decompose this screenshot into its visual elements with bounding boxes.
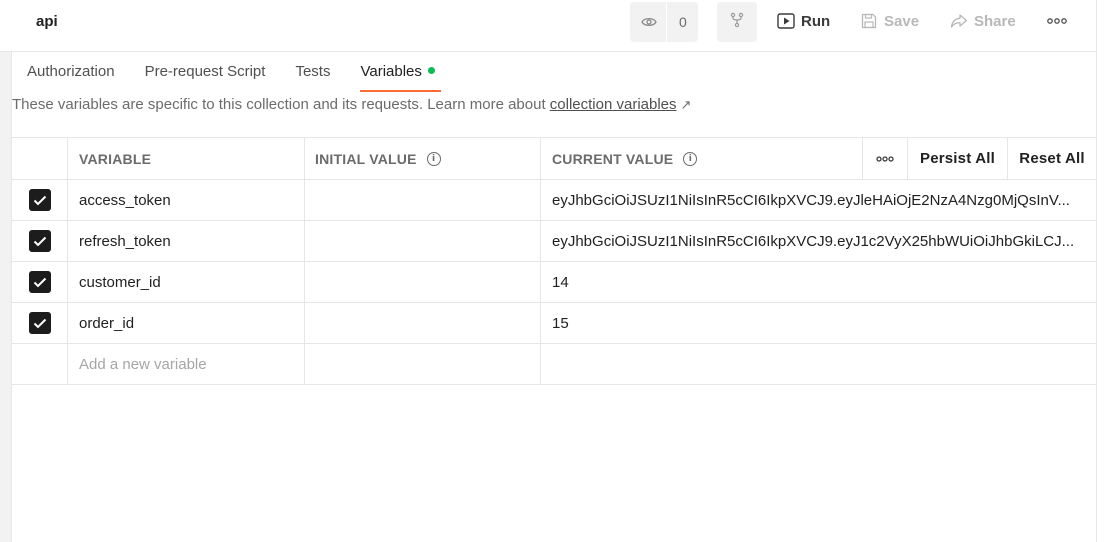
table-row: order_id 15 (12, 303, 1096, 344)
initial-value-cell[interactable] (305, 180, 541, 220)
watch-button[interactable]: 0 (630, 2, 698, 42)
play-icon (777, 12, 795, 30)
share-label: Share (974, 12, 1016, 30)
header-check-cell (12, 138, 68, 179)
left-strip (0, 0, 12, 542)
watch-count: 0 (679, 14, 687, 30)
current-value: 14 (552, 273, 569, 291)
save-button[interactable]: Save (860, 10, 919, 32)
run-label: Run (801, 12, 831, 30)
tab-label: Variables (360, 63, 422, 80)
row-checkbox[interactable] (28, 230, 51, 252)
external-link-icon: ↗ (680, 97, 692, 112)
variables-table: VARIABLE INITIAL VALUE i CURRENT VALUE i P… (12, 137, 1096, 385)
tab-authorization[interactable]: Authorization (27, 56, 115, 92)
eye-icon (640, 13, 658, 31)
watch-separator (666, 2, 667, 42)
column-label: CURRENT VALUE (552, 150, 674, 167)
more-options-icon[interactable] (1046, 14, 1068, 28)
initial-value-cell[interactable] (305, 221, 541, 261)
persist-all-button[interactable]: Persist All (908, 138, 1008, 179)
run-button[interactable]: Run (777, 10, 830, 32)
table-row: customer_id 14 (12, 262, 1096, 303)
status-dot (427, 67, 435, 74)
new-variable-placeholder: Add a new variable (79, 355, 207, 373)
current-value: 15 (552, 314, 569, 332)
table-header: VARIABLE INITIAL VALUE i CURRENT VALUE i P… (12, 137, 1096, 180)
tab-tests[interactable]: Tests (295, 56, 330, 92)
row-checkbox-cell (12, 221, 68, 261)
table-row: access_token eyJhbGciOiJSUzI1NiIsInR5cCI… (12, 180, 1096, 221)
variable-name: access_token (79, 191, 171, 209)
variable-name-cell[interactable]: refresh_token (68, 221, 305, 261)
collection-title[interactable]: api (36, 13, 58, 30)
current-value-cell[interactable] (541, 344, 1096, 384)
table-more-options-icon[interactable] (863, 138, 908, 179)
share-icon (950, 12, 968, 30)
fork-button[interactable] (717, 2, 757, 42)
initial-value-cell[interactable] (305, 262, 541, 302)
current-value-cell[interactable]: eyJhbGciOiJSUzI1NiIsInR5cCI6IkpXVCJ9.eyJ… (541, 180, 1096, 220)
variable-name-cell[interactable]: access_token (68, 180, 305, 220)
initial-value-column-header: INITIAL VALUE i (305, 138, 541, 179)
right-edge (1096, 0, 1108, 542)
row-checkbox[interactable] (28, 189, 51, 211)
row-checkbox-cell (12, 344, 68, 384)
variable-name: customer_id (79, 273, 161, 291)
table-row: refresh_token eyJhbGciOiJSUzI1NiIsInR5cC… (12, 221, 1096, 262)
tab-variables[interactable]: Variables (360, 56, 441, 92)
initial-value-cell[interactable] (305, 344, 541, 384)
save-label: Save (884, 12, 920, 30)
share-button[interactable]: Share (950, 10, 1016, 32)
variable-name-cell[interactable]: customer_id (68, 262, 305, 302)
fork-icon (730, 12, 744, 33)
current-value-cell[interactable]: eyJhbGciOiJSUzI1NiIsInR5cCI6IkpXVCJ9.eyJ… (541, 221, 1096, 261)
row-checkbox-cell (12, 303, 68, 343)
collection-header: api 0 Run Save Share (0, 0, 1096, 52)
reset-all-button[interactable]: Reset All (1008, 138, 1096, 179)
save-icon (860, 12, 878, 30)
description-text: These variables are specific to this col… (12, 96, 550, 113)
variables-description: These variables are specific to this col… (12, 96, 691, 113)
variable-name-cell[interactable]: order_id (68, 303, 305, 343)
current-value-column-header: CURRENT VALUE i (541, 138, 863, 179)
variable-column-header: VARIABLE (68, 138, 305, 179)
tab-label: Tests (295, 63, 331, 80)
current-value-cell[interactable]: 14 (541, 262, 1096, 302)
info-icon[interactable]: i (426, 151, 441, 166)
variable-name: refresh_token (79, 232, 171, 250)
initial-value-cell[interactable] (305, 303, 541, 343)
collection-tabs: Authorization Pre-request Script Tests V… (27, 56, 465, 92)
current-value: eyJhbGciOiJSUzI1NiIsInR5cCI6IkpXVCJ9.eyJ… (552, 232, 1075, 250)
active-tab-indicator (360, 90, 441, 92)
new-variable-row: Add a new variable (12, 344, 1096, 385)
sidebar-edge (0, 40, 12, 542)
row-checkbox[interactable] (28, 312, 51, 334)
new-variable-input[interactable]: Add a new variable (68, 344, 305, 384)
tab-label: Pre-request Script (144, 63, 266, 80)
row-checkbox-cell (12, 262, 68, 302)
tab-label: Authorization (27, 63, 115, 80)
current-value: eyJhbGciOiJSUzI1NiIsInR5cCI6IkpXVCJ9.eyJ… (552, 191, 1070, 209)
info-icon[interactable]: i (683, 151, 698, 166)
row-checkbox-cell (12, 180, 68, 220)
column-label: INITIAL VALUE (315, 150, 417, 167)
collection-variables-link[interactable]: collection variables (550, 96, 677, 113)
current-value-cell[interactable]: 15 (541, 303, 1096, 343)
variable-name: order_id (79, 314, 135, 332)
column-label: VARIABLE (79, 150, 152, 167)
row-checkbox[interactable] (28, 271, 51, 293)
tab-pre-request-script[interactable]: Pre-request Script (145, 56, 266, 92)
